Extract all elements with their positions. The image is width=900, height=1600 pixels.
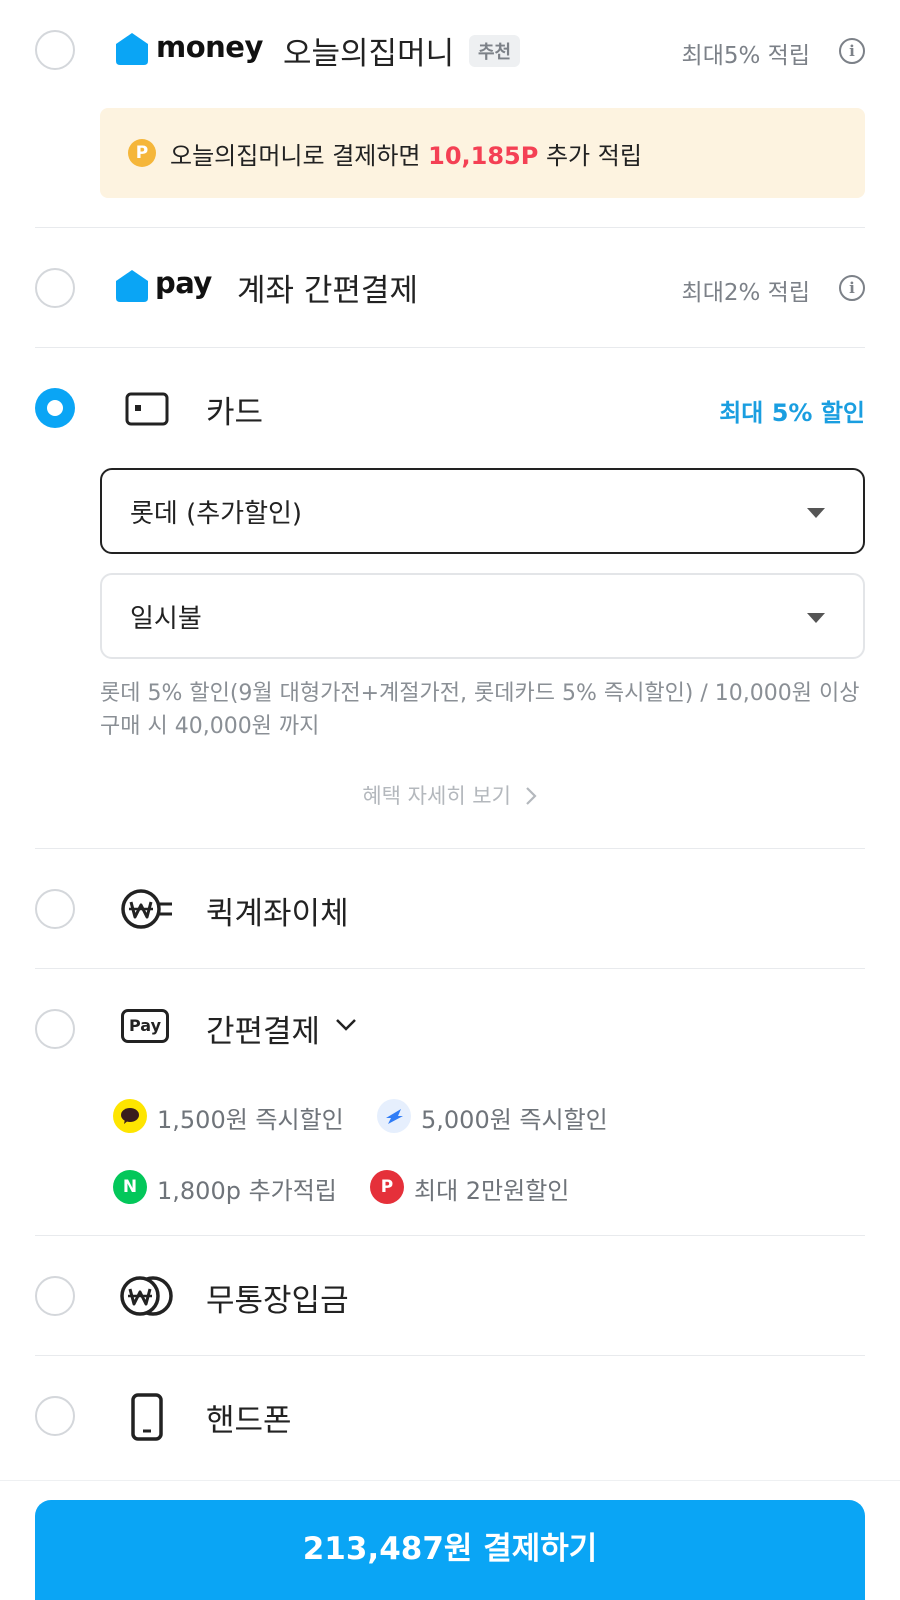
payment-method-card[interactable]: 카드 최대 5% 할인 롯데 (추가할인) 일시불 롯데 5% 할인(9월 대형…: [0, 348, 900, 848]
radio-money[interactable]: [35, 30, 75, 70]
kakao-pay-offer: 1,500원 즉시할인: [157, 1106, 344, 1134]
kakao-pay-icon: [113, 1099, 147, 1133]
caret-down-icon: [807, 613, 825, 623]
card-discount-text: 최대 5% 할인: [719, 399, 865, 427]
phone-icon: [131, 1393, 163, 1441]
pay-reward-text: 최대2% 적립: [681, 280, 810, 306]
pay-icon: Pay: [121, 1009, 169, 1043]
benefit-detail-link[interactable]: 혜택 자세히 보기: [0, 780, 900, 810]
card-benefit-description: 롯데 5% 할인(9월 대형가전+계절가전, 롯데카드 5% 즉시할인) / 1…: [100, 681, 860, 739]
radio-card-selected[interactable]: [35, 388, 75, 428]
money-logo-text: money: [156, 30, 263, 64]
payment-method-bank-deposit[interactable]: 무통장입금: [0, 1236, 900, 1356]
promo-suffix: 추가 적립: [538, 142, 642, 170]
home-logo-icon: [116, 33, 148, 65]
card-company-value: 롯데 (추가할인): [130, 499, 303, 529]
pay-submit-button[interactable]: 213,487원 결제하기: [35, 1500, 865, 1600]
info-icon[interactable]: i: [839, 38, 865, 64]
pay-label: 계좌 간편결제: [237, 273, 418, 309]
payment-method-money[interactable]: money 오늘의집머니 추천 최대5% 적립 i P 오늘의집머니로 결제하면…: [0, 0, 900, 225]
money-reward-text: 최대5% 적립: [681, 43, 810, 69]
installment-value: 일시불: [130, 604, 202, 634]
naver-pay-offer: 1,800p 추가적립: [157, 1177, 337, 1205]
home-logo-icon: [116, 270, 148, 302]
quick-transfer-icon: [121, 889, 172, 929]
toss-pay-icon: [377, 1099, 411, 1133]
radio-easy-pay[interactable]: [35, 1009, 75, 1049]
pay-logo-text: pay: [155, 266, 212, 300]
promo-prefix: 오늘의집머니로 결제하면: [170, 142, 429, 170]
chevron-down-icon[interactable]: [335, 1017, 357, 1033]
money-label: 오늘의집머니: [283, 36, 455, 72]
bottom-separator: [0, 1480, 900, 1481]
radio-pay[interactable]: [35, 268, 75, 308]
payment-method-pay[interactable]: pay 계좌 간편결제 최대2% 적립 i: [0, 228, 900, 348]
phone-label: 핸드폰: [206, 1403, 292, 1439]
payment-method-quick-transfer[interactable]: 퀵계좌이체: [0, 849, 900, 969]
benefit-detail-label: 혜택 자세히 보기: [362, 784, 511, 808]
caret-down-icon: [807, 508, 825, 518]
promo-highlight: 10,185P: [428, 142, 539, 170]
radio-phone[interactable]: [35, 1396, 75, 1436]
payco-offer: 최대 2만원할인: [414, 1177, 570, 1205]
radio-quick-transfer[interactable]: [35, 889, 75, 929]
money-promo-text: 오늘의집머니로 결제하면 10,185P 추가 적립: [170, 136, 642, 171]
recommend-badge: 추천: [469, 35, 521, 67]
money-promo-banner: P 오늘의집머니로 결제하면 10,185P 추가 적립: [100, 108, 865, 198]
toss-pay-offer: 5,000원 즉시할인: [421, 1106, 608, 1134]
payco-icon: P: [370, 1170, 404, 1204]
bank-deposit-label: 무통장입금: [206, 1283, 349, 1319]
installment-select[interactable]: 일시불: [100, 573, 865, 659]
chevron-right-icon: [525, 787, 537, 805]
info-icon[interactable]: i: [839, 275, 865, 301]
card-icon: [125, 392, 169, 426]
payment-method-phone[interactable]: 핸드폰: [0, 1356, 900, 1476]
naver-pay-icon: N: [113, 1170, 147, 1204]
card-label: 카드: [206, 395, 264, 431]
easy-pay-label: 간편결제: [206, 1014, 321, 1050]
card-company-select[interactable]: 롯데 (추가할인): [100, 468, 865, 554]
bank-deposit-icon: [120, 1276, 173, 1316]
payment-method-easy-pay[interactable]: Pay 간편결제 1,500원 즉시할인 5,000원 즉시할인 N 1,800…: [0, 969, 900, 1234]
point-coin-icon: P: [128, 139, 156, 167]
quick-transfer-label: 퀵계좌이체: [206, 896, 349, 932]
radio-bank-deposit[interactable]: [35, 1276, 75, 1316]
